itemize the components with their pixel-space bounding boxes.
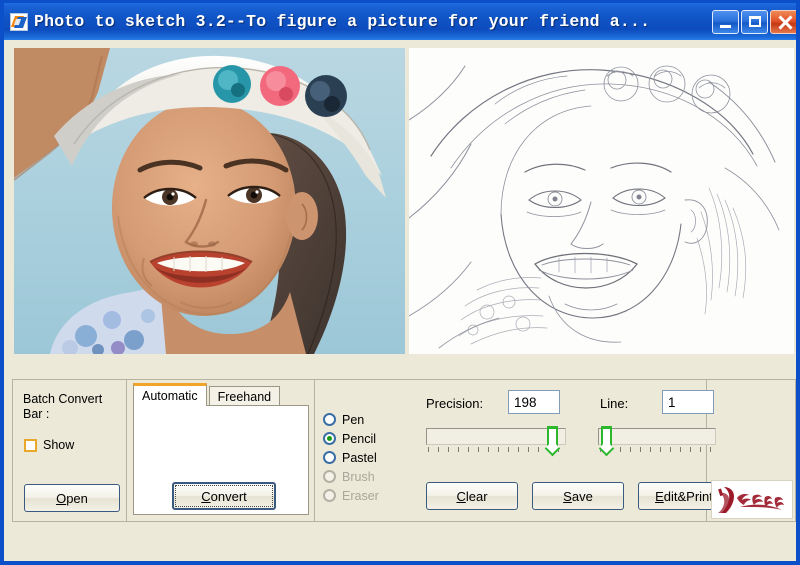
batch-convert-label: Batch Convert Bar : <box>23 392 103 421</box>
line-label: Line: <box>600 396 629 411</box>
clear-button-accel: C <box>456 488 466 504</box>
control-panel: Batch Convert Bar : Show Open Automatic … <box>12 379 796 522</box>
open-button-text: pen <box>66 490 88 506</box>
radio-pencil-label: Pencil <box>342 431 377 446</box>
tab-automatic-label: Automatic <box>142 389 198 403</box>
radio-pastel-indicator <box>323 451 336 464</box>
close-button[interactable] <box>770 9 796 34</box>
vendor-script-logo <box>711 480 793 519</box>
mode-tabstrip: Automatic Freehand <box>133 383 309 406</box>
precision-slider-thumb[interactable] <box>547 426 559 448</box>
radio-pen-indicator <box>323 413 336 426</box>
open-button[interactable]: Open <box>24 484 120 512</box>
line-slider[interactable] <box>598 426 716 452</box>
radio-brush-label: Brush <box>342 469 375 484</box>
clear-button-text: lear <box>465 488 488 504</box>
window-title: Photo to sketch 3.2--To figure a picture… <box>34 12 651 31</box>
convert-button[interactable]: Convert <box>172 482 276 510</box>
checkbox-box <box>24 438 37 452</box>
radio-pen[interactable]: Pen <box>323 410 379 429</box>
window-controls <box>712 9 796 34</box>
radio-eraser-indicator <box>323 489 336 502</box>
edit-print-button-text: dit&Print <box>663 488 713 504</box>
precision-value-input[interactable]: 198 <box>508 390 560 414</box>
app-logo-icon <box>10 12 28 31</box>
sketch-result-preview[interactable] <box>409 48 794 354</box>
radio-pencil-indicator <box>323 432 336 445</box>
preview-area <box>8 40 796 360</box>
clear-button[interactable]: Clear <box>426 482 518 510</box>
line-slider-ticks <box>600 447 714 452</box>
sketch-result-image <box>409 48 794 354</box>
line-slider-thumb[interactable] <box>601 426 613 448</box>
application-window: Photo to sketch 3.2--To figure a picture… <box>0 0 800 565</box>
batch-convert-section: Batch Convert Bar : Show Open <box>13 380 127 521</box>
branding-section <box>707 380 795 521</box>
radio-eraser-label: Eraser <box>342 488 379 503</box>
title-bar: Photo to sketch 3.2--To figure a picture… <box>4 0 796 40</box>
line-slider-track <box>598 428 716 445</box>
tool-radio-group: Pen Pencil Pastel Brush Eraser <box>323 410 379 505</box>
mode-tabs-section: Automatic Freehand Convert <box>127 380 315 521</box>
show-batch-bar-checkbox[interactable]: Show <box>24 438 74 452</box>
radio-pastel-label: Pastel <box>342 450 377 465</box>
maximize-button[interactable] <box>741 9 768 34</box>
radio-brush-indicator <box>323 470 336 483</box>
tool-options-section: Pen Pencil Pastel Brush Eraser <box>315 380 420 521</box>
radio-pencil[interactable]: Pencil <box>323 429 379 448</box>
tab-freehand[interactable]: Freehand <box>208 386 281 406</box>
vendor-logo-mark <box>718 487 784 513</box>
parameters-section: Precision: 198 Line: 1 Clear Save Edit&P… <box>420 380 730 521</box>
save-button-accel: S <box>563 488 572 504</box>
save-button[interactable]: Save <box>532 482 624 510</box>
radio-pastel[interactable]: Pastel <box>323 448 379 467</box>
precision-label: Precision: <box>426 396 484 411</box>
source-photo-image <box>14 48 405 354</box>
tab-freehand-label: Freehand <box>217 389 272 404</box>
source-photo-preview[interactable] <box>14 48 405 354</box>
convert-button-accel: C <box>201 488 211 504</box>
tab-panel-automatic: Convert <box>133 405 309 515</box>
save-button-text: ave <box>571 488 593 504</box>
radio-eraser: Eraser <box>323 486 379 505</box>
tab-automatic[interactable]: Automatic <box>133 383 207 406</box>
show-batch-bar-label: Show <box>43 438 75 452</box>
radio-pen-label: Pen <box>342 412 365 427</box>
open-button-accel: O <box>56 490 67 506</box>
precision-slider-track <box>426 428 566 445</box>
minimize-button[interactable] <box>712 9 739 34</box>
edit-print-button-accel: E <box>655 488 664 504</box>
convert-button-text: onvert <box>210 488 247 504</box>
precision-slider[interactable] <box>426 426 566 452</box>
radio-brush: Brush <box>323 467 379 486</box>
